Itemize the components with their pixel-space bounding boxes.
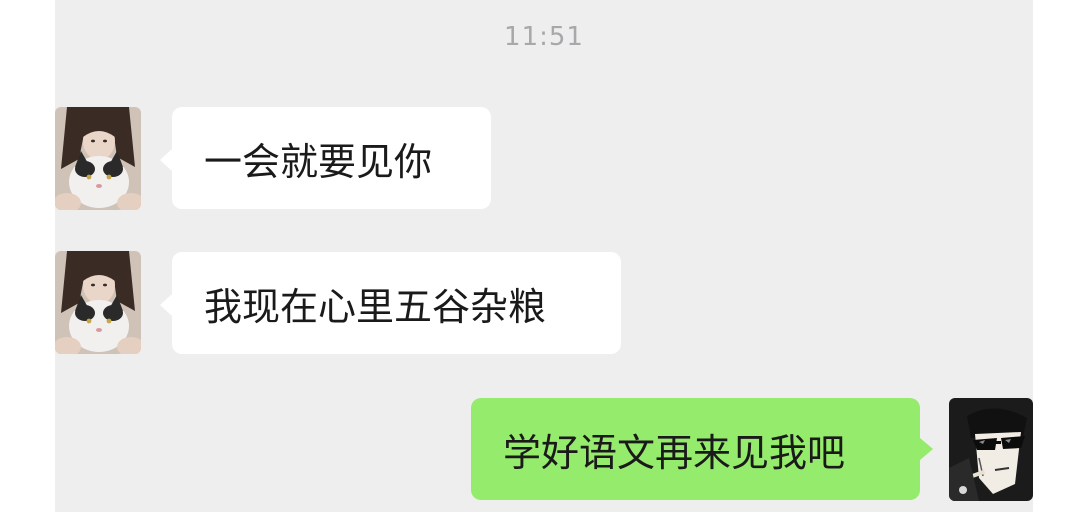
message-timestamp: 11:51	[504, 22, 584, 52]
chat-window: 11:51 一会就要见你 我现在心里五谷杂粮 学好语文再来见我吧	[55, 0, 1033, 512]
incoming-message-bubble[interactable]: 我现在心里五谷杂粮	[160, 252, 621, 354]
anime-man-sunglasses-avatar-icon	[949, 398, 1033, 501]
outgoing-message-bubble[interactable]: 学好语文再来见我吧	[471, 398, 933, 500]
message-text: 我现在心里五谷杂粮	[204, 284, 547, 329]
my-avatar[interactable]	[949, 398, 1033, 501]
girl-with-cat-avatar-icon	[55, 251, 141, 354]
contact-avatar[interactable]	[55, 107, 141, 210]
incoming-message-bubble[interactable]: 一会就要见你	[160, 107, 491, 209]
contact-avatar[interactable]	[55, 251, 141, 354]
girl-with-cat-avatar-icon	[55, 107, 141, 210]
message-text: 一会就要见你	[204, 139, 433, 184]
message-text: 学好语文再来见我吧	[503, 430, 846, 475]
